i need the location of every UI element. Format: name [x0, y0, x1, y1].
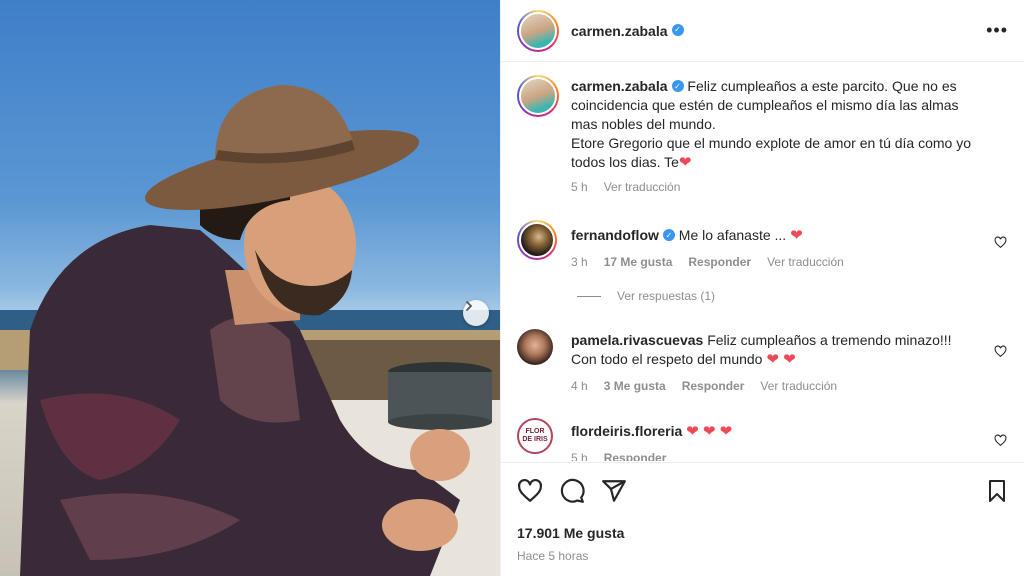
- reply-link[interactable]: Responder: [682, 377, 745, 396]
- post-caption: carmen.zabala ✓ Feliz cumpleaños a este p…: [517, 75, 1007, 205]
- heart-emoji: ❤ ❤ ❤: [686, 423, 733, 440]
- caption-translate-link[interactable]: Ver traducción: [604, 178, 681, 197]
- comment-likes[interactable]: 3 Me gusta: [604, 377, 666, 396]
- comment-text: Me lo afanaste ...: [678, 227, 787, 243]
- translate-link[interactable]: Ver traducción: [767, 253, 844, 272]
- author-username[interactable]: carmen.zabala: [571, 23, 668, 39]
- next-photo-button[interactable]: [463, 300, 489, 326]
- comment-username[interactable]: fernandoflow: [571, 227, 659, 243]
- comment-username[interactable]: pamela.rivascuevas: [571, 332, 703, 348]
- comment-item: FLOR DE IRIS flordeiris.floreria ❤ ❤ ❤ 5…: [517, 418, 1007, 461]
- comment-text-2: Con todo el respeto del mundo: [571, 351, 763, 367]
- caption-time[interactable]: 5 h: [571, 178, 588, 197]
- replies-divider: [577, 295, 601, 297]
- caption-text-4: Etore Gregorio que el mundo explote de a…: [571, 135, 972, 151]
- post-timestamp[interactable]: Hace 5 horas: [517, 549, 1009, 563]
- photo-illustration: [0, 85, 500, 576]
- post-actions: 17.901 Me gusta Hace 5 horas: [501, 462, 1024, 563]
- translate-link[interactable]: Ver traducción: [760, 377, 837, 396]
- caption-text-2: coincidencia que estén de cumpleaños el …: [571, 97, 959, 113]
- verified-icon: ✓: [671, 23, 684, 36]
- comments-list: carmen.zabala ✓ Feliz cumpleaños a este p…: [501, 63, 1024, 461]
- reply-link[interactable]: Responder: [688, 253, 751, 272]
- comment-username[interactable]: flordeiris.floreria: [571, 423, 682, 439]
- more-icon: •••: [986, 20, 1008, 40]
- post-panel: carmen.zabala ✓ ••• carmen.zabala ✓ Feliz…: [500, 0, 1024, 576]
- heart-icon[interactable]: [994, 236, 1007, 249]
- comment-text: Feliz cumpleaños a tremendo minazo!!!: [707, 332, 952, 348]
- comment-likes[interactable]: 17 Me gusta: [604, 253, 673, 272]
- flor-de-iris-logo: FLOR DE IRIS: [522, 428, 548, 443]
- like-heart-icon[interactable]: [517, 478, 543, 504]
- post-header: carmen.zabala ✓ •••: [501, 0, 1024, 62]
- reply-link[interactable]: Responder: [604, 449, 667, 461]
- comment-avatar[interactable]: FLOR DE IRIS: [517, 418, 553, 454]
- caption-text-3: mas nobles del mundo.: [571, 116, 716, 132]
- likes-count[interactable]: 17.901 Me gusta: [517, 525, 1009, 541]
- comment-time[interactable]: 5 h: [571, 449, 588, 461]
- view-replies-button[interactable]: Ver respuestas (1): [577, 289, 715, 303]
- comment-item: fernandoflow ✓ Me lo afanaste ... ❤ 3 h 1…: [517, 220, 1007, 276]
- comment-item: pamela.rivascuevas Feliz cumpleaños a tr…: [517, 329, 1007, 399]
- caption-text-5: todos los dias. Te: [571, 154, 679, 170]
- comment-time[interactable]: 4 h: [571, 377, 588, 396]
- heart-icon[interactable]: [994, 345, 1007, 358]
- post-photo: [0, 0, 500, 576]
- heart-emoji: ❤: [790, 227, 803, 244]
- share-icon[interactable]: [601, 478, 627, 504]
- verified-icon: ✓: [662, 229, 675, 242]
- comment-time[interactable]: 3 h: [571, 253, 588, 272]
- heart-emoji: ❤: [678, 154, 692, 171]
- comment-avatar[interactable]: [517, 329, 553, 365]
- more-options-button[interactable]: •••: [986, 20, 1008, 41]
- view-replies-label: Ver respuestas (1): [617, 289, 716, 303]
- author-avatar[interactable]: [517, 9, 559, 52]
- heart-emoji: ❤ ❤: [766, 351, 796, 368]
- next-arrow-icon: [466, 301, 473, 311]
- comment-avatar[interactable]: [517, 220, 557, 260]
- comment-icon[interactable]: [559, 478, 585, 504]
- caption-username[interactable]: carmen.zabala: [571, 78, 668, 94]
- caption-avatar[interactable]: [517, 75, 559, 117]
- action-bar: [517, 477, 1009, 505]
- caption-text-1: Feliz cumpleaños a este parcito. Que no …: [687, 78, 957, 94]
- verified-icon: ✓: [671, 80, 684, 93]
- heart-icon[interactable]: [994, 434, 1007, 447]
- save-icon[interactable]: [985, 479, 1009, 503]
